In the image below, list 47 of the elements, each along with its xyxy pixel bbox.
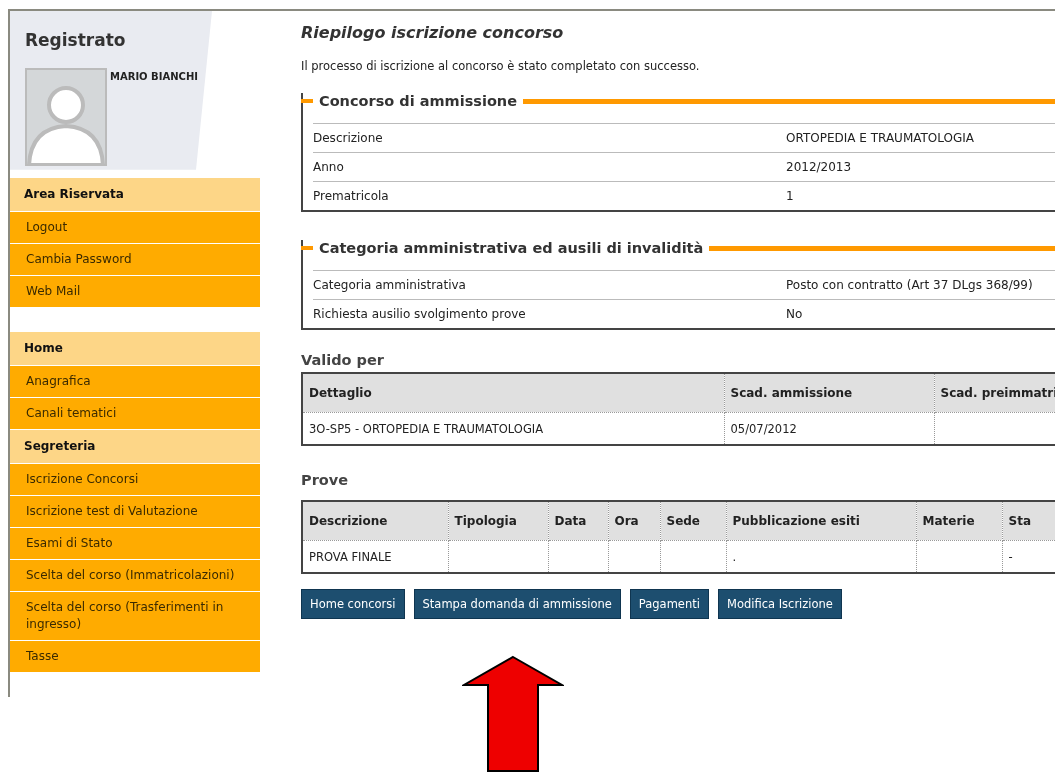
column-header: Tipologia (448, 501, 548, 541)
menu-item[interactable]: Web Mail (10, 276, 260, 307)
menu-item[interactable]: Tasse (10, 641, 260, 672)
menu-section-header[interactable]: Home (10, 332, 260, 365)
menu-item[interactable]: Scelta del corso (Immatricolazioni) (10, 560, 260, 591)
field-label: Descrizione (313, 131, 384, 145)
menu-item[interactable]: Scelta del corso (Trasferimenti in ingresso) (10, 592, 260, 640)
column-header: Materie (916, 501, 1002, 541)
column-header: Sede (660, 501, 726, 541)
column-header: Data (548, 501, 608, 541)
action-button[interactable]: Home concorsi (301, 589, 405, 619)
page-title: Riepilogo iscrizione concorso (301, 23, 565, 42)
field-value: Posto con contratto (Art 37 DLgs 368/99) (786, 278, 1033, 292)
field-label: Anno (313, 160, 345, 174)
field-label: Categoria amministrativa (313, 278, 467, 292)
menu-item[interactable]: Canali tematici (10, 398, 260, 429)
user-name: MARIO BIANCHI (110, 71, 198, 84)
table-title: Prove (301, 472, 350, 488)
table-title: Valido per (301, 352, 385, 368)
action-button[interactable]: Modifica Iscrizione (717, 589, 842, 619)
success-message: Il processo di iscrizione al concorso è stato completato con successo. (301, 59, 701, 73)
column-header: Descrizione (302, 501, 448, 541)
column-header: Scad. ammissione (724, 373, 934, 413)
column-header: Sta (1002, 501, 1055, 541)
field-label: Richiesta ausilio svolgimento prove (313, 307, 527, 321)
menu-section-header[interactable]: Segreteria (10, 430, 260, 463)
action-button[interactable]: Pagamenti (629, 589, 709, 619)
field-value: 2012/2013 (786, 160, 852, 174)
section-title: Concorso di ammissione (319, 93, 517, 109)
field-value: ORTOPEDIA E TRAUMATOLOGIA (786, 131, 975, 145)
menu-item[interactable]: Iscrizione test di Valutazione (10, 496, 260, 527)
menu-section-header[interactable]: Area Riservata (10, 178, 260, 211)
menu-item[interactable]: Cambia Password (10, 244, 260, 275)
menu-item[interactable]: Anagrafica (10, 366, 260, 397)
sidebar-title: Registrato (25, 30, 127, 50)
field-value: 1 (786, 189, 794, 203)
menu-item[interactable]: Iscrizione Concorsi (10, 464, 260, 495)
field-label: Prematricola (313, 189, 390, 203)
action-button[interactable]: Stampa domanda di ammissione (413, 589, 621, 619)
menu-item[interactable]: Esami di Stato (10, 528, 260, 559)
column-header: Pubblicazione esiti (726, 501, 916, 541)
column-header: Ora (608, 501, 660, 541)
column-header: Dettaglio (302, 373, 724, 413)
menu-item[interactable]: Logout (10, 212, 260, 243)
section-title: Categoria amministrativa ed ausili di invalidità (319, 240, 704, 256)
avatar-placeholder-icon (25, 68, 107, 166)
field-value: No (786, 307, 803, 321)
